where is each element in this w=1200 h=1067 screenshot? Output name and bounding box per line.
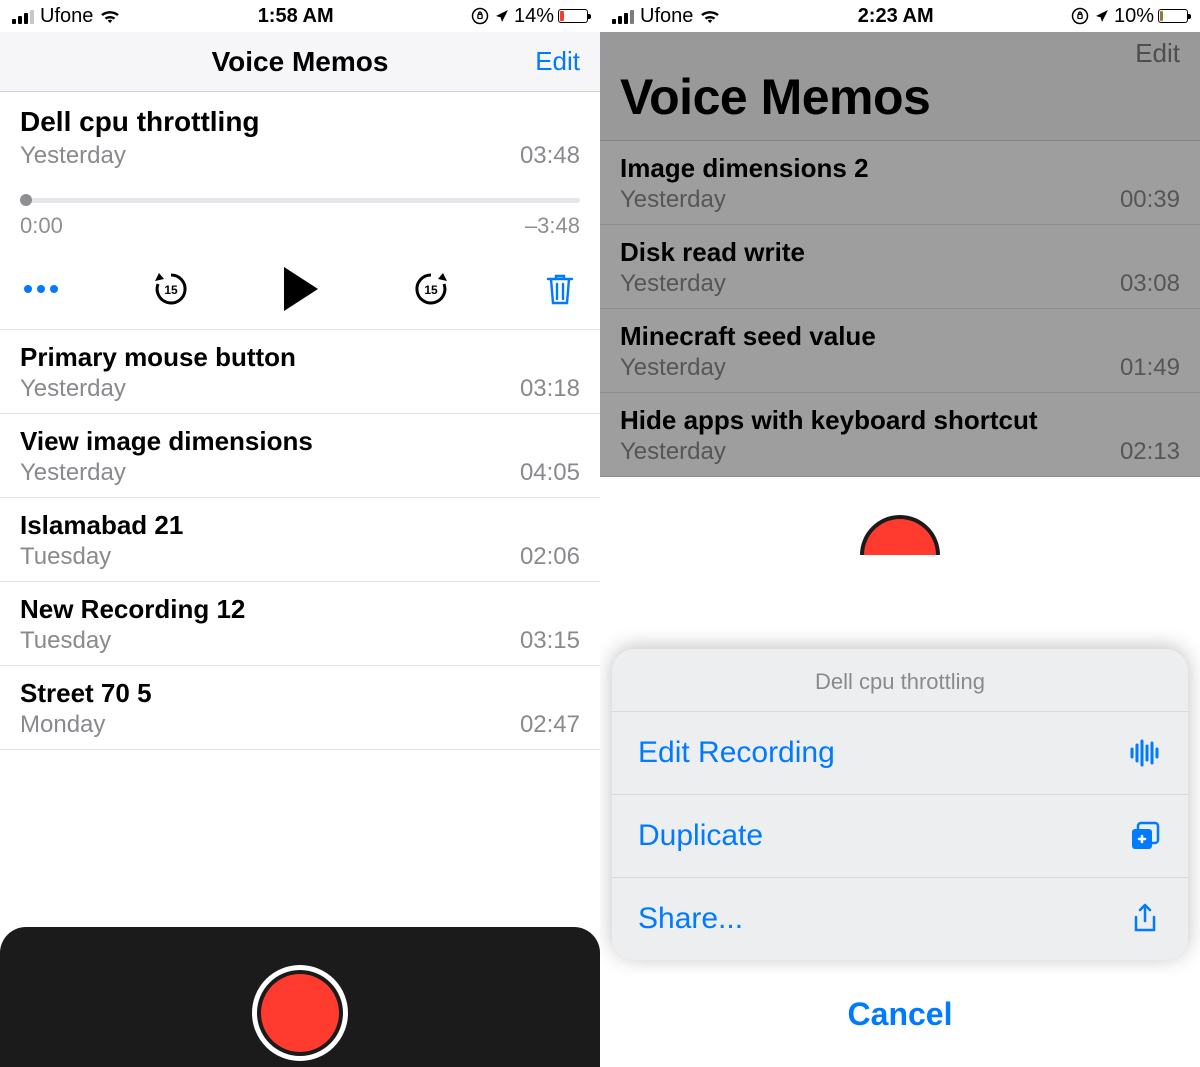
memo-duration: 01:49: [1120, 354, 1180, 382]
record-toolbar: [0, 927, 600, 1067]
trash-icon[interactable]: [544, 271, 576, 307]
carrier-label: Ufone: [640, 5, 693, 28]
memo-duration: 02:47: [520, 711, 580, 739]
memo-row[interactable]: Islamabad 21 Tuesday 02:06: [0, 498, 600, 582]
memo-row[interactable]: Primary mouse button Yesterday 03:18: [0, 330, 600, 414]
status-bar: Ufone 2:23 AM 10%: [600, 0, 1200, 32]
memo-duration: 00:39: [1120, 186, 1180, 214]
memo-title: Primary mouse button: [20, 342, 580, 373]
carrier-label: Ufone: [40, 5, 93, 28]
page-title: Voice Memos: [620, 68, 1180, 126]
cell-signal-icon: [612, 8, 634, 24]
memo-duration: 04:05: [520, 459, 580, 487]
cancel-button[interactable]: Cancel: [612, 974, 1188, 1055]
clock: 1:58 AM: [258, 5, 334, 28]
memo-date: Yesterday: [620, 270, 726, 298]
rotation-lock-icon: [1070, 6, 1090, 26]
record-button[interactable]: [855, 510, 945, 555]
memo-list[interactable]: Image dimensions 2 Yesterday 00:39 Disk r…: [600, 141, 1200, 477]
memo-date: Tuesday: [20, 627, 111, 655]
navigation-bar: Edit Voice Memos: [600, 32, 1200, 141]
status-bar: Ufone 1:58 AM 14%: [0, 0, 600, 32]
waveform-icon: [1128, 736, 1162, 770]
memo-list[interactable]: Dell cpu throttling Yesterday 03:48 0:00…: [0, 92, 600, 750]
screenshot-right: Ufone 2:23 AM 10% Edit Voice Memos Image…: [600, 0, 1200, 1067]
clock: 2:23 AM: [858, 5, 934, 28]
memo-title: Image dimensions 2: [620, 153, 1180, 184]
memo-title: Dell cpu throttling: [20, 106, 580, 138]
location-icon: [494, 8, 510, 24]
action-label: Duplicate: [638, 819, 763, 853]
memo-date: Yesterday: [20, 142, 126, 170]
memo-duration: 03:18: [520, 375, 580, 403]
battery-icon: [558, 9, 588, 23]
cell-signal-icon: [12, 8, 34, 24]
memo-row[interactable]: Disk read write Yesterday 03:08: [600, 225, 1200, 309]
memo-title: Islamabad 21: [20, 510, 580, 541]
screenshot-left: Ufone 1:58 AM 14% Voice Memos Edit Dell …: [0, 0, 600, 1067]
share-icon: [1128, 902, 1162, 936]
scrubber-thumb[interactable]: [20, 194, 32, 206]
memo-title: New Recording 12: [20, 594, 580, 625]
playback-scrubber[interactable]: 0:00 –3:48: [20, 198, 580, 239]
more-options-button[interactable]: [24, 285, 58, 293]
page-title: Voice Memos: [212, 46, 389, 78]
share-action[interactable]: Share...: [612, 878, 1188, 960]
memo-title: Disk read write: [620, 237, 1180, 268]
memo-date: Yesterday: [620, 354, 726, 382]
play-button[interactable]: [284, 267, 318, 311]
memo-duration: 03:08: [1120, 270, 1180, 298]
rewind-15-icon[interactable]: 15: [151, 269, 191, 309]
memo-duration: 02:06: [520, 543, 580, 571]
battery-icon: [1158, 9, 1188, 23]
memo-date: Yesterday: [20, 459, 126, 487]
memo-date: Yesterday: [620, 186, 726, 214]
duplicate-action[interactable]: Duplicate: [612, 795, 1188, 878]
memo-expanded[interactable]: Dell cpu throttling Yesterday 03:48 0:00…: [0, 92, 600, 330]
action-sheet-title: Dell cpu throttling: [612, 649, 1188, 712]
memo-row[interactable]: New Recording 12 Tuesday 03:15: [0, 582, 600, 666]
action-label: Edit Recording: [638, 736, 835, 770]
wifi-icon: [699, 8, 721, 24]
edit-recording-action[interactable]: Edit Recording: [612, 712, 1188, 795]
memo-title: Hide apps with keyboard shortcut: [620, 405, 1180, 436]
memo-duration: 03:48: [520, 142, 580, 170]
memo-row[interactable]: Street 70 5 Monday 02:47: [0, 666, 600, 750]
memo-title: Street 70 5: [20, 678, 580, 709]
navigation-bar: Voice Memos Edit: [0, 32, 600, 92]
memo-row[interactable]: Minecraft seed value Yesterday 01:49: [600, 309, 1200, 393]
memo-title: View image dimensions: [20, 426, 580, 457]
memo-row[interactable]: View image dimensions Yesterday 04:05: [0, 414, 600, 498]
duplicate-icon: [1128, 819, 1162, 853]
edit-button[interactable]: Edit: [1135, 38, 1180, 69]
wifi-icon: [99, 8, 121, 24]
forward-15-icon[interactable]: 15: [411, 269, 451, 309]
memo-duration: 03:15: [520, 627, 580, 655]
svg-text:15: 15: [424, 283, 438, 297]
remaining-time: –3:48: [525, 213, 580, 239]
battery-pct: 10%: [1114, 5, 1154, 28]
svg-text:15: 15: [164, 283, 178, 297]
rotation-lock-icon: [470, 6, 490, 26]
elapsed-time: 0:00: [20, 213, 63, 239]
location-icon: [1094, 8, 1110, 24]
memo-row[interactable]: Image dimensions 2 Yesterday 00:39: [600, 141, 1200, 225]
memo-date: Yesterday: [620, 438, 726, 466]
memo-row[interactable]: Hide apps with keyboard shortcut Yesterd…: [600, 393, 1200, 477]
record-button[interactable]: [252, 965, 348, 1061]
memo-date: Yesterday: [20, 375, 126, 403]
memo-title: Minecraft seed value: [620, 321, 1180, 352]
edit-button[interactable]: Edit: [535, 46, 580, 77]
memo-duration: 02:13: [1120, 438, 1180, 466]
action-sheet: Dell cpu throttling Edit Recording Dupli…: [612, 649, 1188, 1055]
memo-date: Tuesday: [20, 543, 111, 571]
action-label: Share...: [638, 902, 743, 936]
battery-pct: 14%: [514, 5, 554, 28]
memo-date: Monday: [20, 711, 105, 739]
